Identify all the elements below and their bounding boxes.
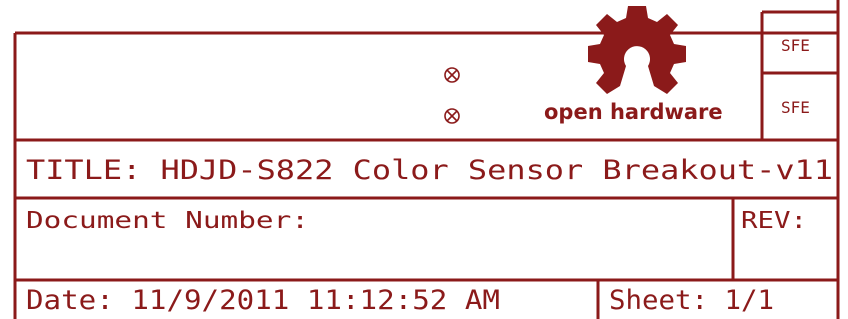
sheet-title: TITLE: HDJD-S822 Color Sensor Breakout-v… [26,155,833,186]
sfe-label-bottom: SFE [781,98,810,117]
circle-cross-icon [444,108,460,124]
rev-label: REV: [741,208,807,234]
open-hardware-logo-text: open hardware [544,100,723,124]
open-hardware-gear-icon [588,6,686,94]
title-block: open hardware SFE SFE TITLE: HDJD-S822 C… [13,0,840,319]
sfe-label-top: SFE [781,36,810,55]
sheet-number-label: Sheet: 1/1 [609,285,774,316]
circle-cross-icon [444,67,460,83]
document-number-label: Document Number: [26,208,309,234]
date-label: Date: 11/9/2011 11:12:52 AM [26,285,500,316]
